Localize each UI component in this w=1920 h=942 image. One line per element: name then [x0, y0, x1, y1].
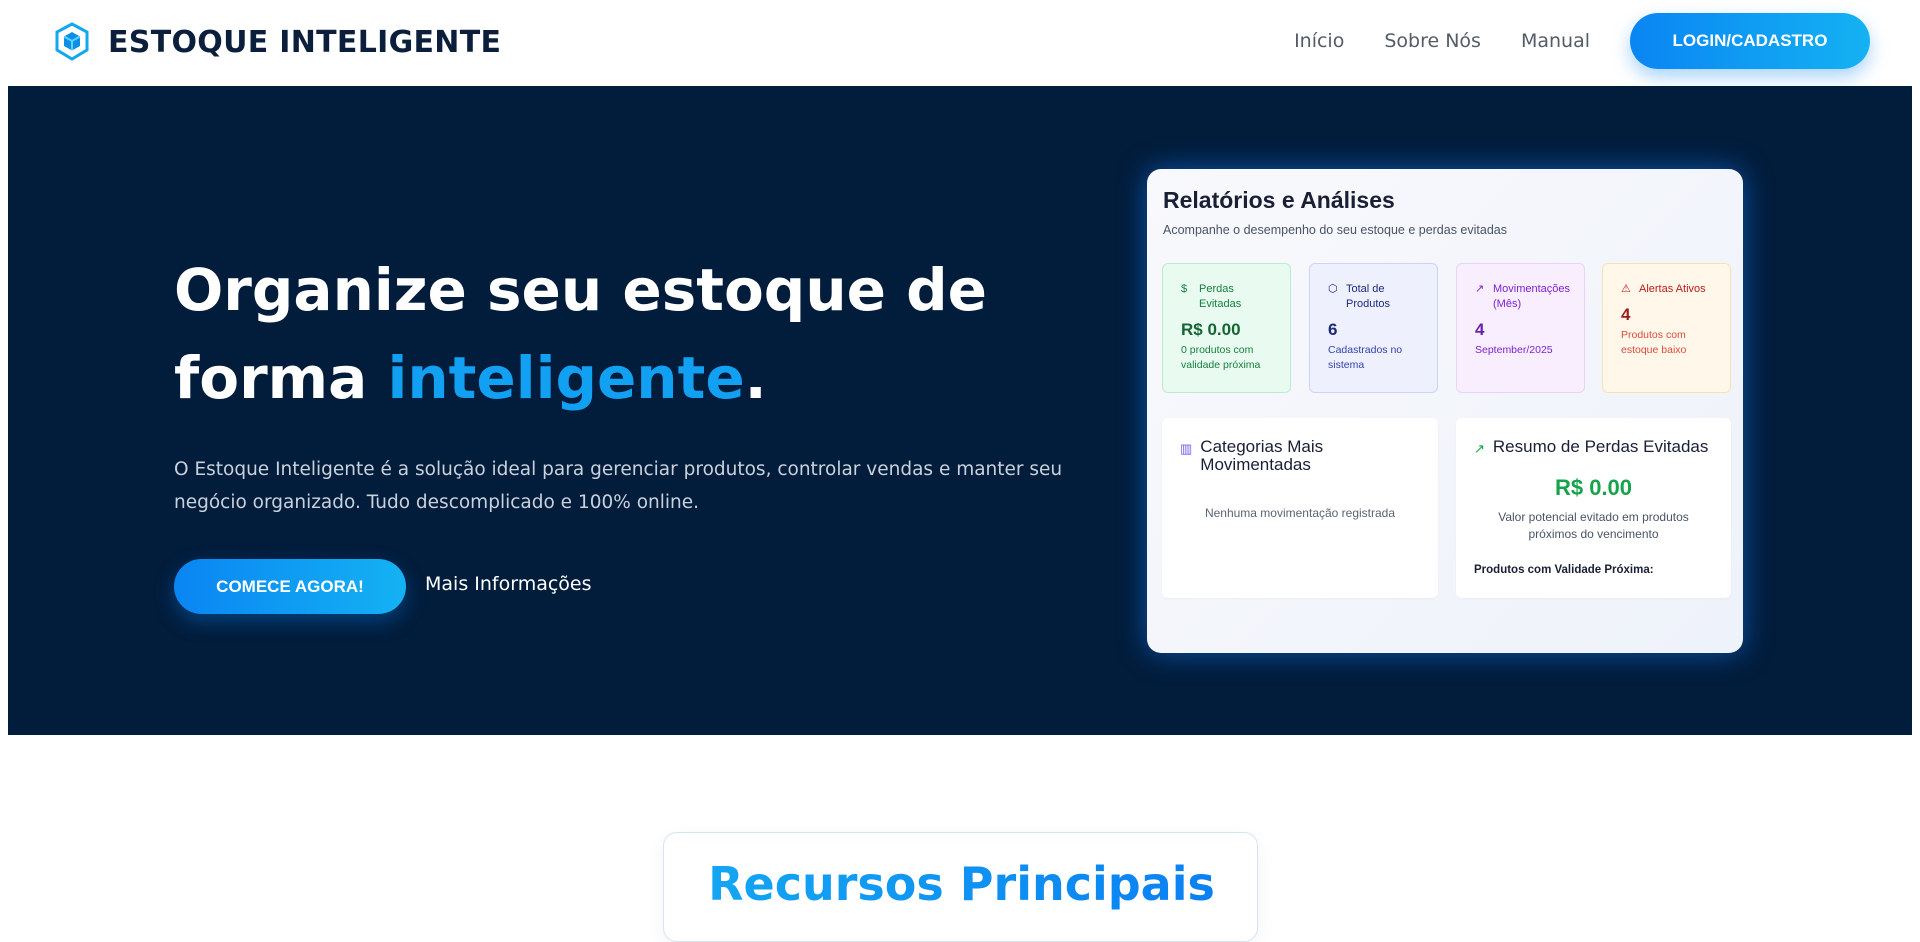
nav-sobre-nos[interactable]: Sobre Nós: [1384, 30, 1481, 52]
panel-title: Categorias Mais Movimentadas: [1200, 437, 1324, 474]
stat-note: Produtos com estoque baixo: [1621, 329, 1687, 356]
hero-title-accent: inteligente: [387, 344, 745, 412]
stat-label: Perdas Evitadas: [1199, 283, 1242, 310]
more-info-link[interactable]: Mais Informações: [425, 573, 592, 595]
trend-icon: ↗: [1475, 283, 1485, 295]
stat-card-losses-avoided: $ Perdas Evitadas R$ 0.00 0 produtos com …: [1162, 263, 1291, 393]
nav-manual[interactable]: Manual: [1521, 30, 1590, 52]
panel-title: Resumo de Perdas Evitadas: [1492, 437, 1709, 456]
bar-chart-icon: ▥: [1180, 441, 1193, 456]
features-title: Recursos Principais: [664, 857, 1259, 911]
dollar-icon: $: [1181, 283, 1188, 295]
stat-label: Alertas Ativos: [1639, 283, 1706, 295]
brand[interactable]: ESTOQUE INTELIGENTE: [54, 22, 501, 62]
login-register-button[interactable]: LOGIN/CADASTRO: [1630, 13, 1870, 69]
expiring-products-label: Produtos com Validade Próxima:: [1474, 564, 1654, 576]
trend-up-icon: ↗: [1474, 441, 1485, 456]
stat-card-total-products: ⬡ Total de Produtos 6 Cadastrados no sist…: [1309, 263, 1438, 393]
stat-card-active-alerts: ⚠ Alertas Ativos 4 Produtos com estoque b…: [1602, 263, 1731, 393]
stat-card-movements: ↗ Movimentações (Mês) 4 September/2025: [1456, 263, 1585, 393]
stat-note: September/2025: [1475, 344, 1553, 356]
empty-state-text: Nenhuma movimentação registrada: [1204, 506, 1396, 520]
warning-icon: ⚠: [1621, 283, 1631, 295]
stat-note: 0 produtos com validade próxima: [1181, 344, 1261, 371]
losses-description: Valor potencial evitado em produtos próx…: [1498, 510, 1689, 541]
dashboard-subtitle: Acompanhe o desempenho do seu estoque e …: [1163, 223, 1507, 237]
hero-title: Organize seu estoque de forma inteligent…: [174, 246, 1074, 422]
hero-description: O Estoque Inteligente é a solução ideal …: [174, 459, 1063, 513]
stat-value: R$ 0.00: [1181, 320, 1241, 339]
stat-label: Total de Produtos: [1346, 283, 1391, 310]
main-nav: Início Sobre Nós Manual LOGIN/CADASTRO: [1294, 13, 1870, 69]
losses-value: R$ 0.00: [1554, 475, 1633, 500]
stat-value: 6: [1328, 320, 1338, 339]
stat-value: 4: [1475, 320, 1485, 339]
dashboard-preview-card: Relatórios e Análises Acompanhe o desemp…: [1147, 169, 1743, 653]
nav-inicio[interactable]: Início: [1294, 30, 1344, 52]
losses-summary-panel: ↗ Resumo de Perdas Evitadas R$ 0.00 Valor…: [1456, 418, 1731, 598]
dashboard-title: Relatórios e Análises: [1163, 187, 1395, 213]
cube-icon: ⬡: [1328, 283, 1338, 295]
stat-value: 4: [1621, 305, 1631, 324]
brand-name: ESTOQUE INTELIGENTE: [108, 24, 502, 60]
features-heading-box: Recursos Principais: [663, 832, 1258, 942]
cube-logo-icon: [55, 22, 89, 61]
stat-label: Movimentações (Mês): [1493, 283, 1571, 310]
top-navbar: ESTOQUE INTELIGENTE Início Sobre Nós Man…: [0, 0, 1920, 86]
categories-panel: ▥ Categorias Mais Movimentadas Nenhuma mo…: [1162, 418, 1438, 598]
hero-title-period: .: [744, 344, 767, 412]
stat-note: Cadastrados no sistema: [1328, 344, 1403, 371]
hero-section: Organize seu estoque de forma inteligent…: [8, 86, 1912, 735]
start-now-button[interactable]: COMECE AGORA!: [174, 559, 406, 614]
